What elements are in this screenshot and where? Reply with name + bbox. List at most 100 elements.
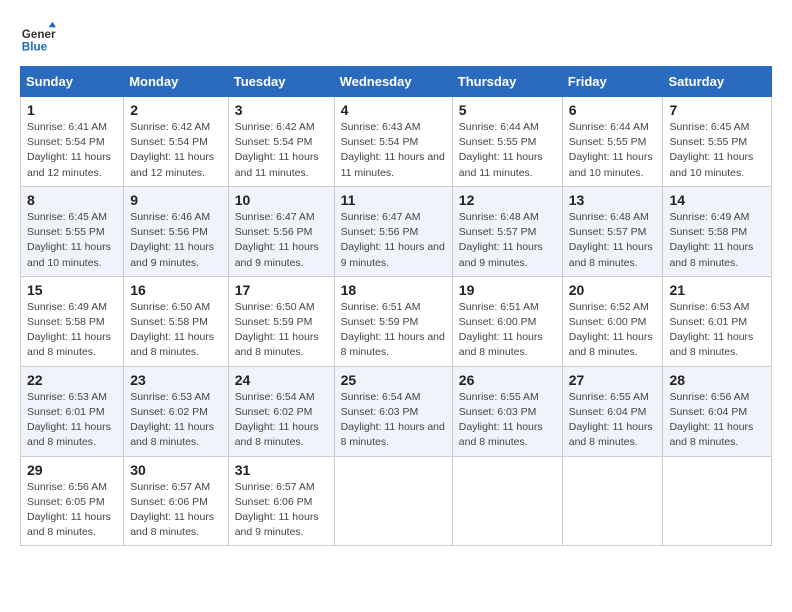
calendar-cell: 21 Sunrise: 6:53 AMSunset: 6:01 PMDaylig… — [663, 276, 772, 366]
day-number: 7 — [669, 102, 765, 118]
day-number: 2 — [130, 102, 222, 118]
calendar-cell — [562, 456, 663, 546]
weekday-header-saturday: Saturday — [663, 67, 772, 97]
day-number: 5 — [459, 102, 556, 118]
day-number: 25 — [341, 372, 446, 388]
calendar-cell: 13 Sunrise: 6:48 AMSunset: 5:57 PMDaylig… — [562, 186, 663, 276]
day-number: 4 — [341, 102, 446, 118]
day-number: 21 — [669, 282, 765, 298]
svg-text:General: General — [22, 28, 56, 41]
calendar-week-row-5: 29 Sunrise: 6:56 AMSunset: 6:05 PMDaylig… — [21, 456, 772, 546]
calendar-cell: 29 Sunrise: 6:56 AMSunset: 6:05 PMDaylig… — [21, 456, 124, 546]
calendar-cell: 16 Sunrise: 6:50 AMSunset: 5:58 PMDaylig… — [124, 276, 229, 366]
day-number: 27 — [569, 372, 657, 388]
day-number: 26 — [459, 372, 556, 388]
day-number: 8 — [27, 192, 117, 208]
calendar-cell: 5 Sunrise: 6:44 AMSunset: 5:55 PMDayligh… — [452, 97, 562, 187]
calendar-cell: 17 Sunrise: 6:50 AMSunset: 5:59 PMDaylig… — [228, 276, 334, 366]
weekday-header-friday: Friday — [562, 67, 663, 97]
day-info: Sunrise: 6:50 AMSunset: 5:58 PMDaylight:… — [130, 301, 214, 359]
day-info: Sunrise: 6:46 AMSunset: 5:56 PMDaylight:… — [130, 211, 214, 269]
day-number: 20 — [569, 282, 657, 298]
calendar-cell: 11 Sunrise: 6:47 AMSunset: 5:56 PMDaylig… — [334, 186, 452, 276]
day-info: Sunrise: 6:55 AMSunset: 6:03 PMDaylight:… — [459, 391, 543, 449]
day-number: 10 — [235, 192, 328, 208]
logo-icon: General Blue — [20, 20, 56, 56]
calendar-table: SundayMondayTuesdayWednesdayThursdayFrid… — [20, 66, 772, 546]
day-info: Sunrise: 6:42 AMSunset: 5:54 PMDaylight:… — [130, 121, 214, 179]
calendar-cell: 25 Sunrise: 6:54 AMSunset: 6:03 PMDaylig… — [334, 366, 452, 456]
day-info: Sunrise: 6:47 AMSunset: 5:56 PMDaylight:… — [341, 211, 445, 269]
day-number: 28 — [669, 372, 765, 388]
day-info: Sunrise: 6:48 AMSunset: 5:57 PMDaylight:… — [569, 211, 653, 269]
header-area: General Blue — [20, 20, 772, 56]
day-number: 9 — [130, 192, 222, 208]
calendar-cell: 7 Sunrise: 6:45 AMSunset: 5:55 PMDayligh… — [663, 97, 772, 187]
calendar-cell — [663, 456, 772, 546]
calendar-cell: 1 Sunrise: 6:41 AMSunset: 5:54 PMDayligh… — [21, 97, 124, 187]
day-info: Sunrise: 6:45 AMSunset: 5:55 PMDaylight:… — [669, 121, 753, 179]
day-info: Sunrise: 6:42 AMSunset: 5:54 PMDaylight:… — [235, 121, 319, 179]
day-info: Sunrise: 6:45 AMSunset: 5:55 PMDaylight:… — [27, 211, 111, 269]
day-number: 15 — [27, 282, 117, 298]
calendar-cell: 18 Sunrise: 6:51 AMSunset: 5:59 PMDaylig… — [334, 276, 452, 366]
day-info: Sunrise: 6:49 AMSunset: 5:58 PMDaylight:… — [669, 211, 753, 269]
calendar-cell: 27 Sunrise: 6:55 AMSunset: 6:04 PMDaylig… — [562, 366, 663, 456]
day-number: 24 — [235, 372, 328, 388]
day-number: 22 — [27, 372, 117, 388]
day-info: Sunrise: 6:55 AMSunset: 6:04 PMDaylight:… — [569, 391, 653, 449]
day-number: 30 — [130, 462, 222, 478]
day-info: Sunrise: 6:54 AMSunset: 6:03 PMDaylight:… — [341, 391, 445, 449]
day-info: Sunrise: 6:50 AMSunset: 5:59 PMDaylight:… — [235, 301, 319, 359]
day-info: Sunrise: 6:57 AMSunset: 6:06 PMDaylight:… — [130, 481, 214, 539]
day-info: Sunrise: 6:51 AMSunset: 5:59 PMDaylight:… — [341, 301, 445, 359]
day-number: 23 — [130, 372, 222, 388]
day-number: 17 — [235, 282, 328, 298]
weekday-header-thursday: Thursday — [452, 67, 562, 97]
day-info: Sunrise: 6:43 AMSunset: 5:54 PMDaylight:… — [341, 121, 445, 179]
day-info: Sunrise: 6:53 AMSunset: 6:01 PMDaylight:… — [27, 391, 111, 449]
day-info: Sunrise: 6:48 AMSunset: 5:57 PMDaylight:… — [459, 211, 543, 269]
calendar-cell: 28 Sunrise: 6:56 AMSunset: 6:04 PMDaylig… — [663, 366, 772, 456]
weekday-header-wednesday: Wednesday — [334, 67, 452, 97]
calendar-cell: 20 Sunrise: 6:52 AMSunset: 6:00 PMDaylig… — [562, 276, 663, 366]
weekday-header-row: SundayMondayTuesdayWednesdayThursdayFrid… — [21, 67, 772, 97]
calendar-cell: 12 Sunrise: 6:48 AMSunset: 5:57 PMDaylig… — [452, 186, 562, 276]
day-info: Sunrise: 6:53 AMSunset: 6:02 PMDaylight:… — [130, 391, 214, 449]
day-number: 13 — [569, 192, 657, 208]
calendar-cell: 6 Sunrise: 6:44 AMSunset: 5:55 PMDayligh… — [562, 97, 663, 187]
calendar-cell: 8 Sunrise: 6:45 AMSunset: 5:55 PMDayligh… — [21, 186, 124, 276]
day-number: 1 — [27, 102, 117, 118]
day-info: Sunrise: 6:54 AMSunset: 6:02 PMDaylight:… — [235, 391, 319, 449]
calendar-cell: 9 Sunrise: 6:46 AMSunset: 5:56 PMDayligh… — [124, 186, 229, 276]
calendar-cell: 24 Sunrise: 6:54 AMSunset: 6:02 PMDaylig… — [228, 366, 334, 456]
calendar-cell — [452, 456, 562, 546]
calendar-cell: 14 Sunrise: 6:49 AMSunset: 5:58 PMDaylig… — [663, 186, 772, 276]
calendar-cell — [334, 456, 452, 546]
day-number: 31 — [235, 462, 328, 478]
day-info: Sunrise: 6:53 AMSunset: 6:01 PMDaylight:… — [669, 301, 753, 359]
day-number: 18 — [341, 282, 446, 298]
calendar-cell: 10 Sunrise: 6:47 AMSunset: 5:56 PMDaylig… — [228, 186, 334, 276]
calendar-cell: 31 Sunrise: 6:57 AMSunset: 6:06 PMDaylig… — [228, 456, 334, 546]
day-info: Sunrise: 6:52 AMSunset: 6:00 PMDaylight:… — [569, 301, 653, 359]
weekday-header-monday: Monday — [124, 67, 229, 97]
day-number: 16 — [130, 282, 222, 298]
day-info: Sunrise: 6:56 AMSunset: 6:05 PMDaylight:… — [27, 481, 111, 539]
day-info: Sunrise: 6:41 AMSunset: 5:54 PMDaylight:… — [27, 121, 111, 179]
day-info: Sunrise: 6:44 AMSunset: 5:55 PMDaylight:… — [569, 121, 653, 179]
svg-text:Blue: Blue — [22, 41, 48, 54]
day-number: 19 — [459, 282, 556, 298]
day-number: 11 — [341, 192, 446, 208]
day-info: Sunrise: 6:56 AMSunset: 6:04 PMDaylight:… — [669, 391, 753, 449]
calendar-cell: 15 Sunrise: 6:49 AMSunset: 5:58 PMDaylig… — [21, 276, 124, 366]
calendar-week-row-3: 15 Sunrise: 6:49 AMSunset: 5:58 PMDaylig… — [21, 276, 772, 366]
day-number: 12 — [459, 192, 556, 208]
day-info: Sunrise: 6:44 AMSunset: 5:55 PMDaylight:… — [459, 121, 543, 179]
day-number: 29 — [27, 462, 117, 478]
calendar-cell: 4 Sunrise: 6:43 AMSunset: 5:54 PMDayligh… — [334, 97, 452, 187]
calendar-cell: 22 Sunrise: 6:53 AMSunset: 6:01 PMDaylig… — [21, 366, 124, 456]
day-info: Sunrise: 6:51 AMSunset: 6:00 PMDaylight:… — [459, 301, 543, 359]
day-number: 14 — [669, 192, 765, 208]
calendar-cell: 26 Sunrise: 6:55 AMSunset: 6:03 PMDaylig… — [452, 366, 562, 456]
